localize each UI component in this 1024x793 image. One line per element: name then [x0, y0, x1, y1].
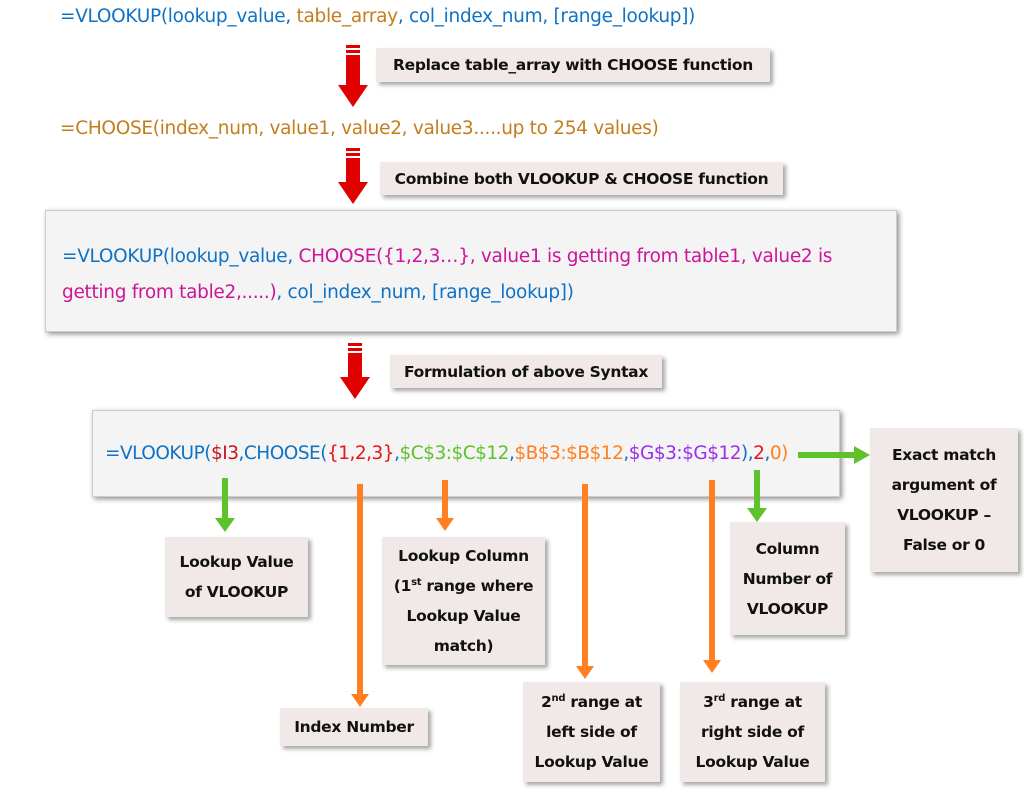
label-line: Lookup Value	[534, 753, 649, 771]
label-line: Lookup Column	[398, 547, 529, 565]
label-text: (1	[393, 577, 412, 595]
label-text: 3	[703, 693, 714, 711]
label-lookup-value: Lookup Value of VLOOKUP	[165, 537, 308, 617]
orange-arrow-index	[351, 484, 369, 707]
green-arrow-exact-match	[798, 446, 870, 464]
green-arrow-lookup-value	[215, 478, 235, 532]
orange-arrow-lookup-column	[436, 480, 454, 531]
label-line: Lookup Value	[406, 607, 521, 625]
label-text: range at	[725, 693, 802, 711]
label-sup: rd	[713, 692, 726, 704]
connector-arrows	[215, 446, 870, 707]
label-lookup-column: Lookup Column (1st range where Lookup Va…	[382, 537, 545, 665]
label-line: match)	[433, 637, 494, 655]
label-text: 2	[541, 693, 552, 711]
label-line: VLOOKUP	[746, 599, 829, 618]
label-sup: nd	[551, 692, 566, 704]
label-text: range at	[565, 693, 642, 711]
label-column-number: Column Number of VLOOKUP	[730, 522, 845, 635]
label-exact-match: Exact match argument of VLOOKUP – False …	[870, 428, 1018, 572]
label-third-range: 3rd range at right side of Lookup Value	[680, 682, 825, 782]
label-line: argument of	[891, 476, 997, 494]
label-line: Lookup Value	[179, 553, 294, 571]
label-second-range: 2nd range at left side of Lookup Value	[523, 682, 660, 782]
label-line: VLOOKUP –	[897, 506, 991, 524]
orange-arrow-second-range	[576, 484, 594, 679]
label-line: of VLOOKUP	[184, 583, 289, 601]
label-line: (1st range where	[393, 571, 534, 601]
green-arrow-column-number	[747, 470, 767, 522]
label-line: 3rd range at	[696, 687, 810, 717]
label-line: 2nd range at	[535, 687, 649, 717]
label-line: Lookup Value	[695, 753, 810, 771]
label-line: Column	[755, 539, 820, 558]
label-text: range where	[421, 577, 534, 595]
label-line: Number of	[742, 569, 833, 588]
label-line: left side of	[546, 723, 637, 741]
label-line: right side of	[701, 723, 804, 741]
label-index-number: Index Number	[280, 708, 428, 746]
label-line: Exact match	[892, 446, 996, 464]
orange-arrow-third-range	[703, 480, 721, 673]
label-line: False or 0	[902, 536, 986, 554]
label-sup: st	[411, 576, 422, 588]
